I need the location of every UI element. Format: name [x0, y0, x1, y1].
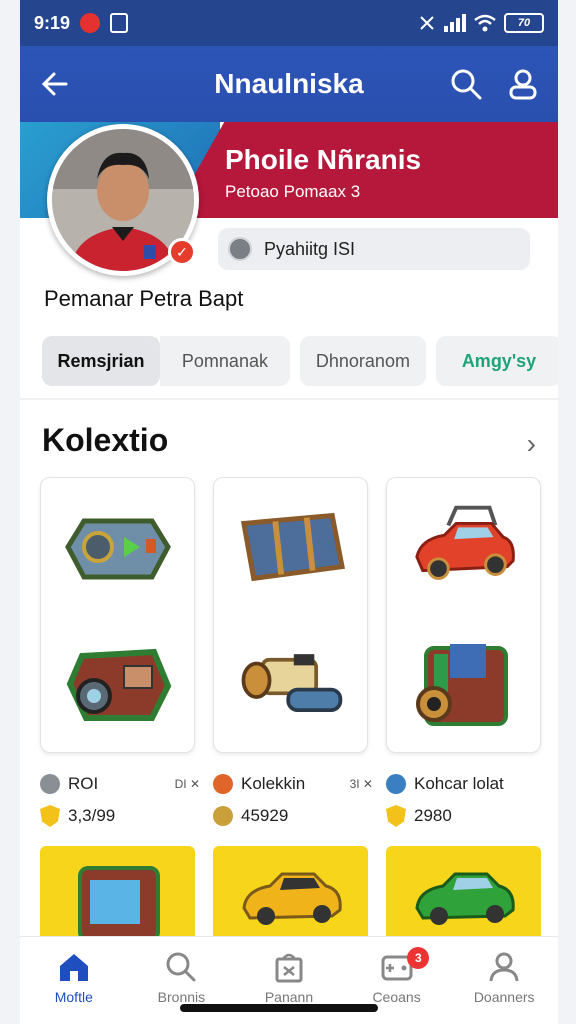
item-meta: Kohcar lolat 2980: [386, 770, 546, 830]
battery-level: 70: [517, 17, 531, 29]
phone-frame: 9:19 70 Nnaulniska Phoile Nñranis Petoao…: [0, 0, 576, 1024]
rank-shield-icon: [228, 237, 252, 261]
battery-icon: 70: [504, 13, 544, 33]
item-meta: ROI DI ✕ 3,3/99: [40, 770, 200, 830]
search-icon: [166, 952, 196, 982]
item-price: 3,3/99: [68, 806, 116, 825]
chest-icon: [236, 499, 346, 595]
home-icon: [59, 954, 88, 981]
item-tag: DI ✕: [174, 777, 200, 791]
featured-card[interactable]: [40, 846, 195, 946]
notification-icon: [80, 13, 101, 33]
app-bar-actions: [450, 68, 538, 100]
rank-pill[interactable]: Pyahiitg ISI: [218, 228, 530, 270]
app-bar: Nnaulniska: [20, 46, 558, 122]
camera-icon: [63, 636, 173, 732]
collection-card[interactable]: [386, 477, 541, 753]
profile-sub: Petoao Pomaax 3: [225, 182, 361, 201]
search-icon[interactable]: [450, 68, 482, 100]
status-time: 9:19: [34, 12, 71, 33]
tab-amgysy[interactable]: Amgy'sy: [435, 336, 558, 386]
user-icon[interactable]: [508, 68, 538, 100]
gem-coin-icon: [213, 774, 233, 794]
nav-label: Doanners: [473, 989, 535, 1005]
yellow-car-icon: [241, 872, 342, 925]
status-icons: 70: [418, 13, 544, 33]
app-notification-icon: [110, 13, 129, 33]
nav-label: Ceoans: [372, 989, 421, 1005]
silver-coin-icon: [40, 774, 60, 794]
item-price: 45929: [241, 806, 289, 825]
cannon-icon: [236, 636, 346, 732]
wifi-icon: [474, 14, 496, 32]
home-indicator[interactable]: [180, 1004, 378, 1012]
shield-icon: [386, 805, 406, 827]
nav-profile[interactable]: Doanners: [450, 937, 558, 1024]
rank-label: Pyahiitg ISI: [264, 238, 356, 259]
red-car-icon: [409, 499, 519, 595]
featured-card[interactable]: [386, 846, 541, 946]
featured-cards: [40, 846, 542, 946]
signal-icon: [444, 14, 466, 32]
tab-remsjrian[interactable]: Remsjrian: [42, 336, 160, 386]
nav-label: Bronnis: [157, 989, 206, 1005]
nav-label: Moftle: [54, 989, 93, 1005]
profile-icon: [489, 952, 519, 982]
item-meta: Kolekkin 3I ✕ 45929: [213, 770, 373, 830]
item-tag: 3I ✕: [349, 777, 373, 791]
nav-label: Panann: [264, 989, 314, 1005]
collection-card[interactable]: [40, 477, 195, 753]
app-screen: 9:19 70 Nnaulniska Phoile Nñranis Petoao…: [20, 0, 558, 1024]
tab-pomnanak[interactable]: Pomnanak: [160, 336, 290, 386]
profile-name: Phoile Nñranis: [225, 144, 422, 175]
back-arrow-icon[interactable]: [40, 69, 70, 99]
globe-coin-icon: [386, 774, 406, 794]
profile-caption: Pemanar Petra Bapt: [44, 286, 244, 311]
item-price: 2980: [414, 806, 452, 825]
gift-icon: [275, 953, 303, 983]
gold-coin-icon: [213, 806, 233, 826]
tv-icon: [77, 866, 160, 942]
shield-icon: [40, 805, 60, 827]
item-name: Kohcar lolat: [414, 774, 504, 793]
featured-card[interactable]: [213, 846, 368, 946]
chevron-right-icon[interactable]: ›: [527, 428, 536, 460]
vibrate-icon: [420, 16, 434, 30]
notification-badge: 3: [407, 947, 430, 969]
item-name: Kolekkin: [241, 774, 306, 793]
collection-grid: [40, 477, 542, 753]
verified-badge-icon: ✓: [168, 238, 196, 266]
green-car-icon: [414, 872, 515, 925]
tab-dhnoranom[interactable]: Dhnoranom: [299, 336, 426, 386]
item-name: ROI: [68, 774, 99, 793]
tab-row: Remsjrian Pomnanak Dhnoranom Amgy'sy: [42, 336, 558, 386]
nav-home[interactable]: Moftle: [20, 937, 128, 1024]
status-bar: 9:19 70: [20, 0, 558, 46]
gadget-icon: [63, 499, 173, 595]
section-divider: [20, 398, 558, 400]
treasure-box-icon: [409, 636, 519, 732]
collection-title: Kolextio: [42, 422, 169, 458]
collection-card[interactable]: [213, 477, 368, 753]
